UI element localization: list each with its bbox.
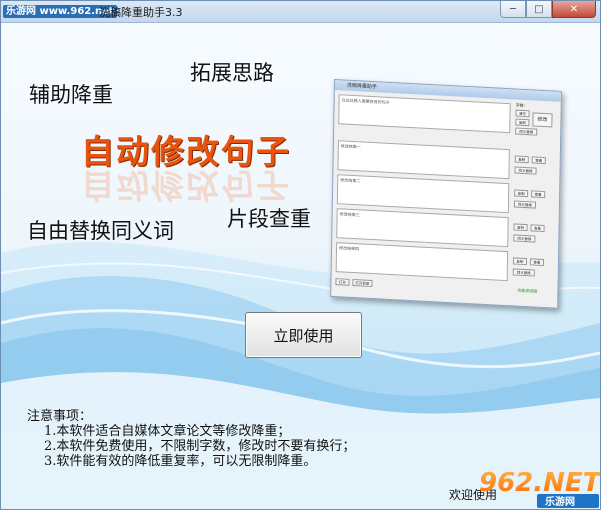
preview-copy-button: 复制 — [515, 118, 530, 127]
feature-fragment: 片段查重 — [227, 207, 311, 231]
preview-count-label: 字数: — [515, 102, 526, 109]
note-item: 3.软件能有效的降低重复率，可以无限制降重。 — [44, 454, 317, 469]
preview-view-1: 查看 — [531, 156, 546, 165]
preview-clear-button: 清空 — [515, 109, 530, 118]
preview-open-dir-button: 打开目录 — [352, 279, 373, 288]
note-item: 1.本软件适合自媒体文章论文等修改降重； — [44, 424, 291, 439]
preview-replace-3: 同义替换 — [513, 234, 536, 243]
window-controls: ─ □ ✕ — [500, 1, 596, 18]
note-item: 2.本软件免费使用，不限制字数，修改时不要有换行； — [44, 439, 356, 454]
logo-number: 962.NET — [479, 468, 600, 498]
preview-open-button: 打开 — [335, 278, 350, 286]
preview-copy-3: 复制 — [513, 223, 528, 232]
preview-replace-4: 同义替换 — [512, 268, 535, 277]
close-button[interactable]: ✕ — [552, 1, 596, 18]
preview-copy-2: 复制 — [514, 189, 529, 198]
preview-input: 在此处输入需要修改的句子 — [338, 94, 511, 134]
feature-assist: 辅助降重 — [29, 83, 113, 107]
maximize-button[interactable]: □ — [526, 1, 552, 18]
main-window: 乐游网 www.962.net 洗稿降重助手3.3 ─ □ ✕ 辅助降重 拓展思… — [0, 0, 601, 510]
minimize-button[interactable]: ─ — [500, 1, 526, 18]
preview-replace-button: 同义替换 — [515, 127, 538, 136]
feature-expand: 拓展思路 — [190, 61, 274, 85]
logo-subtext: 乐游网 — [545, 495, 575, 508]
preview-status: 功能测试版 — [517, 287, 538, 294]
app-preview-image: 洗稿降重助手 在此处输入需要修改的句子 修改结果一 修改结果二 修改结果三 修改… — [330, 79, 562, 309]
window-title: 洗稿降重助手3.3 — [99, 6, 183, 19]
preview-view-2: 查看 — [531, 190, 546, 199]
feature-synonyms: 自由替换同义词 — [27, 219, 174, 243]
preview-copy-1: 复制 — [514, 155, 529, 164]
preview-view-4: 查看 — [529, 258, 545, 267]
title-bar[interactable]: 乐游网 www.962.net 洗稿降重助手3.3 ─ □ ✕ — [1, 1, 600, 23]
preview-result-3: 修改结果三 — [336, 208, 509, 248]
preview-copy-4: 复制 — [512, 257, 528, 266]
site-logo: 962.NET 乐游网 — [479, 468, 600, 508]
preview-result-4: 修改结果四 — [335, 242, 509, 282]
start-using-button[interactable]: 立即使用 — [245, 312, 362, 358]
notes-title: 注意事项： — [27, 409, 93, 424]
preview-result-1: 修改结果一 — [337, 140, 510, 180]
client-area: 辅助降重 拓展思路 自动修改句子 自动修改句子 自由替换同义词 片段查重 洗稿降… — [1, 23, 600, 509]
preview-replace-2: 同义替换 — [513, 200, 537, 209]
preview-result-2: 修改结果二 — [336, 174, 510, 214]
notes-section: 注意事项： 1.本软件适合自媒体文章论文等修改降重； 2.本软件免费使用，不限制… — [27, 409, 355, 469]
preview-view-3: 查看 — [530, 224, 545, 233]
preview-replace-1: 同义替换 — [514, 166, 537, 175]
preview-modify-button: 修改 — [532, 112, 553, 128]
